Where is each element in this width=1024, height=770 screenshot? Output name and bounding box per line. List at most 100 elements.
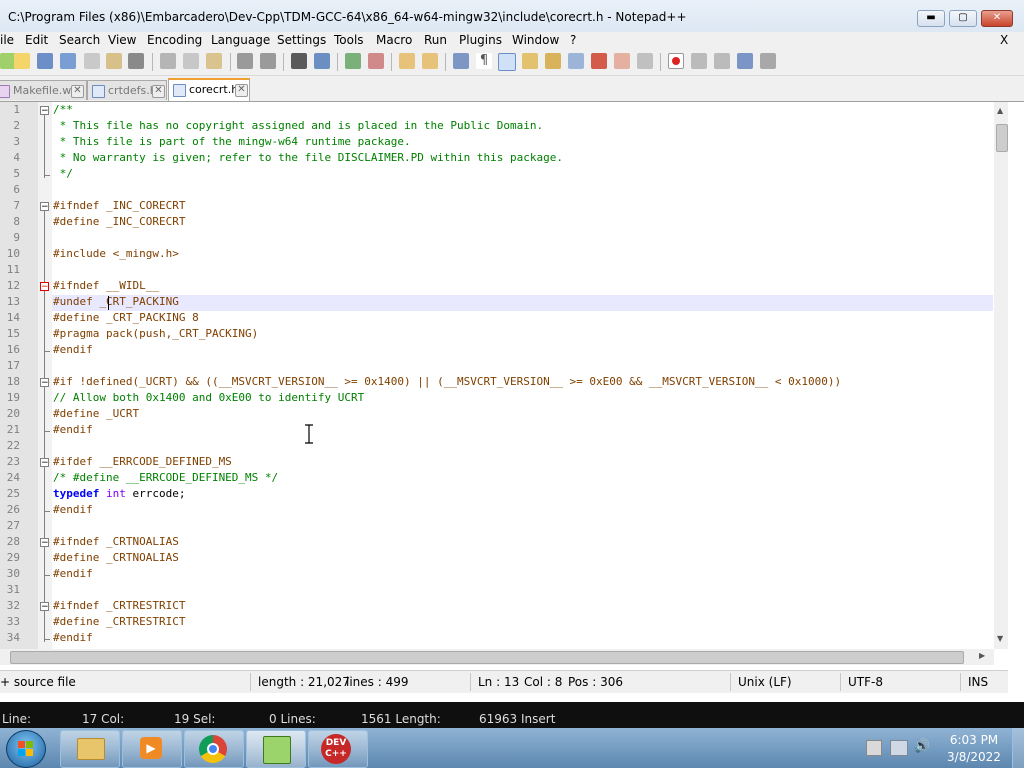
- taskbar-chrome[interactable]: [184, 730, 244, 768]
- status-encoding[interactable]: UTF-8: [848, 675, 883, 689]
- tab-crtdefs[interactable]: crtdefs.h ✕: [87, 80, 167, 100]
- save-all-icon[interactable]: [60, 53, 76, 69]
- save-macro-icon[interactable]: [760, 53, 776, 69]
- menu-settings[interactable]: Settings: [277, 33, 326, 47]
- indent-guide-icon[interactable]: [498, 53, 516, 71]
- fold-toggle-icon[interactable]: −: [40, 602, 49, 612]
- close-button[interactable]: ✕: [981, 10, 1013, 27]
- fold-toggle-icon[interactable]: −: [40, 106, 49, 116]
- vertical-scroll-thumb[interactable]: [996, 124, 1008, 152]
- horizontal-scroll-thumb[interactable]: [10, 651, 964, 664]
- menu-language[interactable]: Language: [211, 33, 270, 47]
- status-insert-mode[interactable]: INS: [968, 675, 988, 689]
- close-icon[interactable]: [84, 53, 100, 69]
- fold-end: [44, 351, 50, 352]
- tab-corecrt[interactable]: corecrt.h ✕: [168, 78, 250, 101]
- devcpp-line: Line:: [2, 712, 32, 726]
- fold-toggle-icon[interactable]: −: [40, 378, 49, 388]
- menu-bar: ile Edit Search View Encoding Language S…: [0, 32, 1024, 49]
- paste-icon[interactable]: [206, 53, 222, 69]
- text-caret: [108, 296, 109, 310]
- stop-macro-icon[interactable]: [691, 53, 707, 69]
- word-wrap-icon[interactable]: [453, 53, 469, 69]
- scroll-down-icon[interactable]: ▼: [997, 634, 1003, 643]
- tab-close-icon[interactable]: ✕: [71, 85, 84, 98]
- document-map-icon[interactable]: [545, 53, 561, 69]
- eye-icon[interactable]: [637, 53, 653, 69]
- menu-view[interactable]: View: [108, 33, 136, 47]
- line-number: 19: [6, 391, 20, 404]
- define-language-icon[interactable]: [522, 53, 538, 69]
- undo-icon[interactable]: [237, 53, 253, 69]
- folder-as-workspace-icon[interactable]: [591, 53, 607, 69]
- scroll-right-icon[interactable]: ▶: [979, 651, 985, 660]
- code-line: * This file has no copyright assigned an…: [53, 119, 544, 132]
- redo-icon[interactable]: [260, 53, 276, 69]
- show-desktop-button[interactable]: [1012, 728, 1024, 768]
- tab-bar: Makefile.win ✕ crtdefs.h ✕ corecrt.h ✕: [0, 76, 1024, 102]
- menu-edit[interactable]: Edit: [25, 33, 48, 47]
- find-icon[interactable]: [291, 53, 307, 69]
- volume-icon[interactable]: 🔊: [914, 739, 930, 754]
- sync-horizontal-icon[interactable]: [422, 53, 438, 69]
- menu-macro[interactable]: Macro: [376, 33, 412, 47]
- print-icon[interactable]: [128, 53, 144, 69]
- menu-file[interactable]: ile: [0, 33, 14, 47]
- clock-time[interactable]: 6:03 PM: [944, 733, 1004, 747]
- menu-encoding[interactable]: Encoding: [147, 33, 202, 47]
- play-macro-icon[interactable]: [714, 53, 730, 69]
- menu-window[interactable]: Window: [512, 33, 559, 47]
- replace-icon[interactable]: [314, 53, 330, 69]
- line-number: 10: [6, 247, 20, 260]
- tab-makefile[interactable]: Makefile.win ✕: [0, 80, 87, 100]
- taskbar-notepad-plus-plus[interactable]: [246, 730, 306, 768]
- close-all-icon[interactable]: [106, 53, 122, 69]
- record-macro-icon[interactable]: [668, 53, 684, 69]
- run-macro-multiple-icon[interactable]: [737, 53, 753, 69]
- action-center-icon[interactable]: [866, 740, 882, 756]
- minimize-button[interactable]: ▬: [917, 10, 945, 27]
- zoom-out-icon[interactable]: [368, 53, 384, 69]
- line-number: 12: [6, 279, 20, 292]
- menu-run[interactable]: Run: [424, 33, 447, 47]
- taskbar-media-player[interactable]: ▶: [122, 730, 182, 768]
- menu-plugins[interactable]: Plugins: [459, 33, 502, 47]
- fold-end: [44, 175, 50, 176]
- sync-vertical-icon[interactable]: [399, 53, 415, 69]
- menu-help[interactable]: ?: [570, 33, 576, 47]
- copy-icon[interactable]: [183, 53, 199, 69]
- menu-tools[interactable]: Tools: [334, 33, 364, 47]
- status-eol[interactable]: Unix (LF): [738, 675, 792, 689]
- open-file-icon[interactable]: [14, 53, 30, 69]
- fold-margin[interactable]: [38, 102, 52, 649]
- horizontal-scrollbar[interactable]: ▶: [0, 649, 994, 665]
- code-editor[interactable]: 1 /** 2 * This file has no copyright assig…: [0, 102, 1008, 649]
- maximize-button[interactable]: ▢: [949, 10, 977, 27]
- fold-line: [44, 611, 45, 642]
- tab-close-icon[interactable]: ✕: [152, 85, 165, 98]
- vertical-scrollbar[interactable]: ▲ ▼: [994, 102, 1008, 649]
- close-document-button[interactable]: X: [1000, 33, 1008, 47]
- clock-date[interactable]: 3/8/2022: [944, 750, 1004, 764]
- window-title: C:\Program Files (x86)\Embarcadero\Dev-C…: [8, 10, 687, 24]
- cut-icon[interactable]: [160, 53, 176, 69]
- current-line-highlight: [52, 295, 993, 311]
- monitoring-icon[interactable]: [614, 53, 630, 69]
- taskbar-file-explorer[interactable]: [60, 730, 120, 768]
- fold-toggle-icon[interactable]: −: [40, 538, 49, 548]
- function-list-icon[interactable]: [568, 53, 584, 69]
- zoom-in-icon[interactable]: [345, 53, 361, 69]
- toolbar-separator: [445, 53, 446, 71]
- fold-toggle-icon[interactable]: −: [40, 202, 49, 212]
- taskbar-dev-cpp[interactable]: DEV C++: [308, 730, 368, 768]
- code-line: #define _CRTNOALIAS: [53, 551, 179, 564]
- show-all-characters-icon[interactable]: ¶: [476, 53, 492, 69]
- tab-close-icon[interactable]: ✕: [235, 84, 248, 97]
- fold-toggle-icon[interactable]: −: [40, 458, 49, 468]
- network-icon[interactable]: [890, 740, 908, 756]
- start-button[interactable]: [6, 730, 46, 768]
- menu-search[interactable]: Search: [59, 33, 100, 47]
- fold-toggle-icon[interactable]: −: [40, 282, 49, 292]
- scroll-up-icon[interactable]: ▲: [997, 106, 1003, 115]
- save-icon[interactable]: [37, 53, 53, 69]
